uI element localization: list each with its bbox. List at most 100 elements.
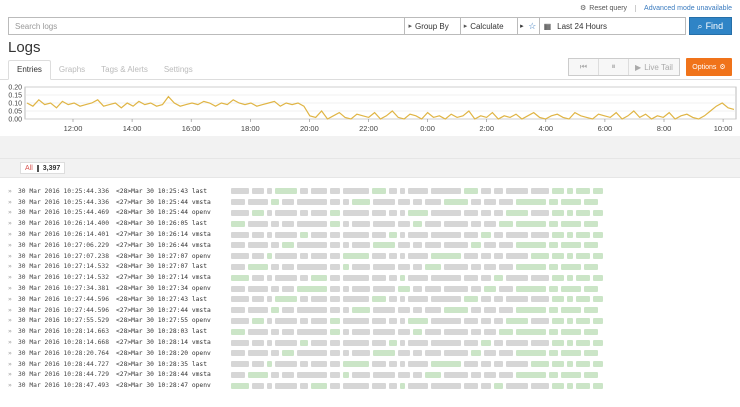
log-row[interactable]: » 30 Mar 2016 10:28:20.764 <28>Mar 30 10:2… — [8, 348, 740, 359]
log-timestamp: 30 Mar 2016 10:27:44.596 — [18, 295, 109, 303]
skip-back-icon: ⏮ — [579, 62, 588, 71]
reset-query-link[interactable]: ⚙ Reset query — [580, 4, 628, 13]
log-row[interactable]: » 30 Mar 2016 10:28:44.727 <28>Mar 30 10:2… — [8, 359, 740, 370]
log-timestamp: 30 Mar 2016 10:27:07.238 — [18, 252, 109, 260]
log-message: <27>Mar 30 10:26:44 vmsta — [116, 241, 211, 249]
log-message: <27>Mar 30 10:27:14 vmsta — [116, 274, 211, 282]
log-row[interactable]: » 30 Mar 2016 10:27:44.596 <28>Mar 30 10:2… — [8, 294, 740, 305]
expand-chevron-icon[interactable]: » — [8, 209, 18, 216]
expand-chevron-icon[interactable]: » — [8, 188, 18, 195]
x-tick-label: 8:00 — [657, 124, 672, 133]
expand-chevron-icon[interactable]: » — [8, 242, 18, 249]
y-tick-label: 0.05 — [8, 109, 22, 116]
caret-right-icon: ▸ — [463, 23, 468, 30]
reset-query-label: Reset query — [589, 4, 628, 12]
expand-chevron-icon[interactable]: » — [8, 361, 18, 368]
live-tail-button[interactable]: ▶ Live Tail — [629, 59, 679, 75]
log-message: <27>Mar 30 10:28:44 vmsta — [116, 371, 211, 379]
expand-chevron-icon[interactable]: » — [8, 317, 18, 324]
tab-entries[interactable]: Entries — [8, 60, 51, 80]
expand-chevron-icon[interactable]: » — [8, 220, 18, 227]
redacted-log-content — [231, 328, 598, 335]
log-row[interactable]: » 30 Mar 2016 10:27:06.229 <27>Mar 30 10:2… — [8, 240, 740, 251]
log-timestamp: 30 Mar 2016 10:28:47.493 — [18, 382, 109, 390]
log-timestamp: 30 Mar 2016 10:27:55.529 — [18, 317, 109, 325]
log-message: <28>Mar 30 10:28:20 openv — [116, 349, 211, 357]
redacted-log-content — [231, 242, 598, 249]
search-input[interactable]: Search logs — [8, 17, 405, 35]
log-row[interactable]: » 30 Mar 2016 10:28:47.493 <28>Mar 30 10:2… — [8, 380, 740, 391]
expand-chevron-icon[interactable]: » — [8, 371, 18, 378]
date-range-picker[interactable]: ▦ Last 24 Hours — [538, 17, 686, 35]
log-row[interactable]: » 30 Mar 2016 10:28:44.729 <27>Mar 30 10:2… — [8, 370, 740, 381]
expand-chevron-icon[interactable]: » — [8, 296, 18, 303]
caret-right-icon[interactable]: ▸ — [520, 22, 524, 30]
log-timestamp: 30 Mar 2016 10:27:14.532 — [18, 274, 109, 282]
log-row[interactable]: » 30 Mar 2016 10:27:55.529 <28>Mar 30 10:2… — [8, 316, 740, 327]
expand-chevron-icon[interactable]: » — [8, 199, 18, 206]
expand-chevron-icon[interactable]: » — [8, 350, 18, 357]
expand-chevron-icon[interactable]: » — [8, 231, 18, 238]
calendar-icon: ▦ — [543, 21, 552, 31]
log-row[interactable]: » 30 Mar 2016 10:26:14.400 <28>Mar 30 10:2… — [8, 218, 740, 229]
entry-counter[interactable]: All 3,397 — [20, 162, 66, 174]
y-tick-label: 0.00 — [8, 117, 22, 124]
expand-chevron-icon[interactable]: » — [8, 307, 18, 314]
expand-chevron-icon[interactable]: » — [8, 339, 18, 346]
log-message: <28>Mar 30 10:27:07 openv — [116, 252, 211, 260]
advanced-mode-link[interactable]: Advanced mode unavailable — [635, 4, 732, 12]
y-tick-label: 0.10 — [8, 101, 22, 108]
redacted-log-content — [231, 285, 598, 292]
tab-graphs[interactable]: Graphs — [51, 59, 93, 79]
redacted-log-content — [231, 274, 603, 281]
x-tick-label: 12:00 — [64, 124, 83, 133]
group-by-label: Group By — [414, 21, 449, 31]
log-row[interactable]: » 30 Mar 2016 10:27:14.532 <28>Mar 30 10:2… — [8, 262, 740, 273]
x-tick-label: 2:00 — [479, 124, 494, 133]
pause-button[interactable]: ⏸ — [599, 59, 629, 75]
expand-chevron-icon[interactable]: » — [8, 274, 18, 281]
calculate-dropdown[interactable]: ▸ Calculate — [459, 17, 517, 35]
redacted-log-content — [231, 307, 598, 314]
playback-controls: ⏮ ⏸ ▶ Live Tail — [568, 58, 680, 76]
search-icon: ⌕ — [697, 20, 703, 31]
all-filter-label: All — [21, 164, 39, 172]
log-row[interactable]: » 30 Mar 2016 10:25:44.336 <28>Mar 30 10:2… — [8, 186, 740, 197]
log-row[interactable]: » 30 Mar 2016 10:27:14.532 <27>Mar 30 10:2… — [8, 272, 740, 283]
log-message: <28>Mar 30 10:27:34 openv — [116, 285, 211, 293]
page-title: Logs — [8, 39, 41, 56]
log-row[interactable]: » 30 Mar 2016 10:26:14.401 <27>Mar 30 10:2… — [8, 229, 740, 240]
tab-settings[interactable]: Settings — [156, 59, 201, 79]
group-by-dropdown[interactable]: ▸ Group By — [404, 17, 460, 35]
star-icon[interactable]: ☆ — [528, 21, 536, 32]
options-button[interactable]: Options ⚙ — [686, 58, 732, 76]
expand-chevron-icon[interactable]: » — [8, 253, 18, 260]
x-tick-label: 18:00 — [241, 124, 260, 133]
log-timestamp: 30 Mar 2016 10:26:14.400 — [18, 220, 109, 228]
log-row[interactable]: » 30 Mar 2016 10:27:34.381 <28>Mar 30 10:2… — [8, 283, 740, 294]
expand-chevron-icon[interactable]: » — [8, 328, 18, 335]
tab-tags-alerts[interactable]: Tags & Alerts — [93, 59, 156, 79]
log-row[interactable]: » 30 Mar 2016 10:27:44.596 <27>Mar 30 10:2… — [8, 305, 740, 316]
redacted-log-content — [231, 199, 598, 206]
log-row[interactable]: » 30 Mar 2016 10:25:44.469 <28>Mar 30 10:2… — [8, 208, 740, 219]
log-message: <27>Mar 30 10:28:14 vmsta — [116, 339, 211, 347]
expand-chevron-icon[interactable]: » — [8, 263, 18, 270]
log-message: <28>Mar 30 10:25:43 last — [116, 187, 207, 195]
x-tick-label: 16:00 — [182, 124, 201, 133]
x-tick-label: 14:00 — [123, 124, 142, 133]
find-button[interactable]: ⌕ Find — [688, 17, 732, 35]
log-row[interactable]: » 30 Mar 2016 10:27:07.238 <28>Mar 30 10:2… — [8, 251, 740, 262]
log-row[interactable]: » 30 Mar 2016 10:25:44.336 <27>Mar 30 10:2… — [8, 197, 740, 208]
log-timestamp: 30 Mar 2016 10:27:44.596 — [18, 306, 109, 314]
skip-back-button[interactable]: ⏮ — [569, 59, 599, 75]
redacted-log-content — [231, 317, 603, 324]
search-bar: Search logs ▸ Group By ▸ Calculate ▸ ☆ ▦… — [0, 16, 740, 36]
log-row[interactable]: » 30 Mar 2016 10:28:14.668 <27>Mar 30 10:2… — [8, 337, 740, 348]
log-timestamp: 30 Mar 2016 10:28:20.764 — [18, 349, 109, 357]
expand-chevron-icon[interactable]: » — [8, 382, 18, 389]
x-tick-label: 20:00 — [300, 124, 319, 133]
log-row[interactable]: » 30 Mar 2016 10:28:14.663 <28>Mar 30 10:2… — [8, 326, 740, 337]
play-icon: ▶ — [635, 62, 642, 72]
expand-chevron-icon[interactable]: » — [8, 285, 18, 292]
